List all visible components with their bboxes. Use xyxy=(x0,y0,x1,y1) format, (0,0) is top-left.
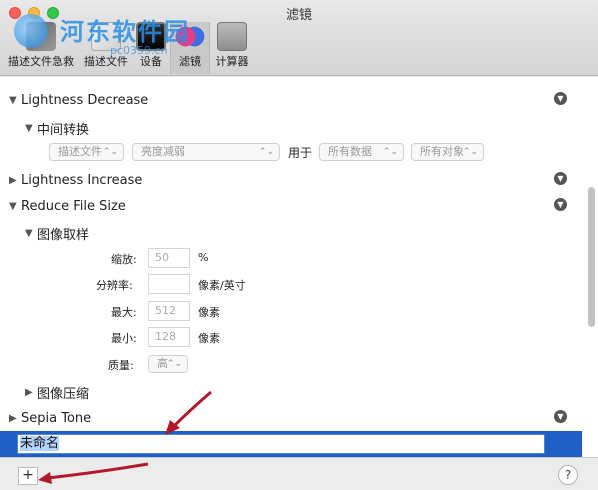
filter-row-lightness-decrease[interactable]: ▼ Lightness Decrease xyxy=(9,88,148,112)
disclosure-open-icon[interactable]: ▼ xyxy=(25,123,37,134)
scale-label: 缩放: xyxy=(111,253,137,266)
scroll-thumb[interactable] xyxy=(588,187,595,327)
bottom-bar: + ? xyxy=(0,457,598,490)
toolbar-label: 计算器 xyxy=(215,55,249,68)
calculator-icon xyxy=(217,22,247,51)
min-unit: 像素 xyxy=(198,332,220,345)
filter-name: Reduce File Size xyxy=(21,198,126,214)
data-popup[interactable]: 所有数据 ⌃⌄ xyxy=(319,143,404,161)
title-bar: 滤镜 描述文件急救 描述文件 设备 滤镜 计算器 河东软件园 pc0359.cn xyxy=(0,0,598,76)
popup-value: 所有数据 xyxy=(328,145,372,158)
subsection-row[interactable]: ▼ 中间转换 xyxy=(25,116,89,140)
resolution-field[interactable] xyxy=(148,274,190,294)
quality-popup[interactable]: 高 ⌃⌄ xyxy=(148,355,188,373)
toolbar-device[interactable]: 设备 xyxy=(134,22,168,74)
updown-icon: ⌃⌄ xyxy=(258,147,274,157)
toolbar-label: 描述文件 xyxy=(84,55,128,68)
toolbar-profile[interactable]: 描述文件 xyxy=(80,22,132,74)
updown-icon: ⌃⌄ xyxy=(462,147,478,157)
filter-row-lightness-increase[interactable]: ▶ Lightness Increase xyxy=(9,168,142,192)
subsection-row[interactable]: ▼ 图像取样 xyxy=(25,221,89,245)
object-popup[interactable]: 所有对象 ⌃⌄ xyxy=(411,143,484,161)
new-filter-row[interactable]: 未命名 xyxy=(0,431,582,457)
resolution-label: 分辨率: xyxy=(96,279,133,292)
summary-icon xyxy=(26,22,56,51)
filter-name: Lightness Decrease xyxy=(21,92,149,108)
max-label: 最大: xyxy=(111,306,137,319)
quality-label: 质量: xyxy=(108,359,134,372)
toolbar-label: 滤镜 xyxy=(179,55,201,68)
filter-name-input[interactable]: 未命名 xyxy=(17,434,545,454)
max-field[interactable]: 512 xyxy=(148,301,190,321)
device-icon xyxy=(136,22,166,51)
filter-row-reduce-file-size[interactable]: ▼ Reduce File Size xyxy=(9,194,126,218)
profile-popup[interactable]: 描述文件 ⌃⌄ xyxy=(49,143,124,161)
popup-value: 所有对象 xyxy=(420,145,464,158)
filter-menu-button[interactable]: ▼ xyxy=(554,92,567,105)
filter-name: Sepia Tone xyxy=(21,410,92,426)
toolbar-label: 描述文件急救 xyxy=(8,55,74,68)
updown-icon: ⌃⌄ xyxy=(382,147,398,157)
disclosure-open-icon[interactable]: ▼ xyxy=(9,201,21,212)
scale-field[interactable]: 50 xyxy=(148,248,190,268)
disclosure-open-icon[interactable]: ▼ xyxy=(9,95,21,106)
subsection-title: 图像压缩 xyxy=(37,386,90,402)
disclosure-open-icon[interactable]: ▼ xyxy=(25,228,37,239)
subsection-row[interactable]: ▶ 图像压缩 xyxy=(25,380,89,404)
popup-value: 亮度减弱 xyxy=(141,145,185,158)
scale-unit: % xyxy=(198,251,209,264)
filter-menu-button[interactable]: ▼ xyxy=(554,172,567,185)
filter-name: Lightness Increase xyxy=(21,172,143,188)
disclosure-closed-icon[interactable]: ▶ xyxy=(25,387,37,398)
subsection-title: 中间转换 xyxy=(37,122,90,138)
filter-icon xyxy=(175,22,205,51)
add-filter-button[interactable]: + xyxy=(18,467,38,485)
subsection-title: 图像取样 xyxy=(37,227,90,243)
resolution-unit: 像素/英寸 xyxy=(198,279,246,292)
filter-menu-button[interactable]: ▼ xyxy=(554,198,567,211)
popup-value: 描述文件 xyxy=(58,145,102,158)
toolbar-filter[interactable]: 滤镜 xyxy=(170,22,210,74)
filter-list: ▼ Lightness Decrease ▼ ▼ 中间转换 描述文件 ⌃⌄ 亮度… xyxy=(0,77,598,457)
max-unit: 像素 xyxy=(198,306,220,319)
min-field[interactable]: 128 xyxy=(148,327,190,347)
updown-icon: ⌃⌄ xyxy=(166,359,182,369)
vertical-scrollbar[interactable] xyxy=(587,187,596,457)
min-label: 最小: xyxy=(111,332,137,345)
filter-name-text: 未命名 xyxy=(20,436,60,451)
profile-icon xyxy=(91,22,121,51)
window-title: 滤镜 xyxy=(285,8,312,23)
help-button[interactable]: ? xyxy=(558,465,578,485)
filter-menu-button[interactable]: ▼ xyxy=(554,410,567,423)
disclosure-closed-icon[interactable]: ▶ xyxy=(9,413,21,424)
operation-popup[interactable]: 亮度减弱 ⌃⌄ xyxy=(132,143,280,161)
toolbar-summary[interactable]: 描述文件急救 xyxy=(4,22,78,74)
for-label: 用于 xyxy=(288,146,313,160)
updown-icon: ⌃⌄ xyxy=(102,147,118,157)
toolbar-calculator[interactable]: 计算器 xyxy=(212,22,252,74)
filter-row-sepia-tone[interactable]: ▶ Sepia Tone xyxy=(9,406,91,430)
disclosure-closed-icon[interactable]: ▶ xyxy=(9,175,21,186)
toolbar-label: 设备 xyxy=(140,55,162,68)
